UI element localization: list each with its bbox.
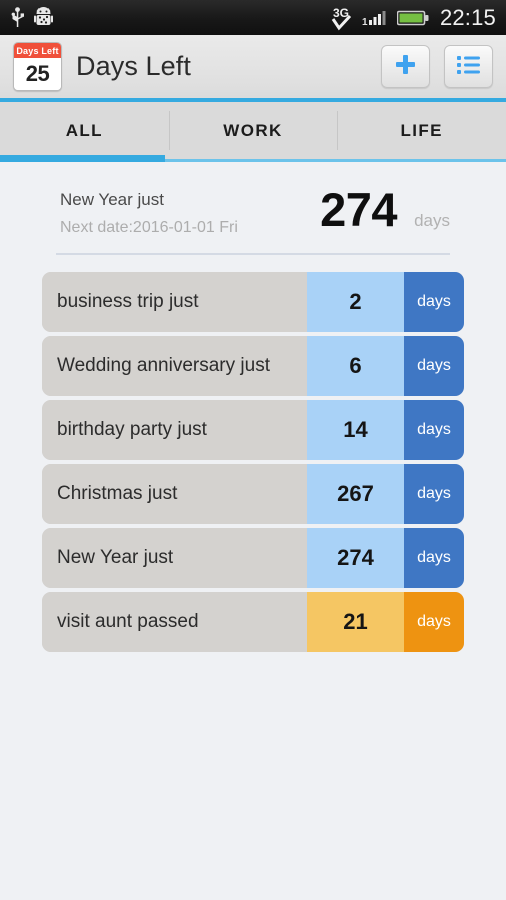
active-tab-indicator xyxy=(0,155,165,162)
table-row[interactable]: visit aunt passed 21 days xyxy=(42,592,464,652)
list-view-button[interactable] xyxy=(444,45,493,88)
battery-icon xyxy=(396,9,429,27)
event-days: 274 xyxy=(307,528,404,588)
table-row[interactable]: birthday party just 14 days xyxy=(42,400,464,460)
page-title: Days Left xyxy=(76,51,191,81)
tab-bar: ALL WORK LIFE xyxy=(0,102,506,159)
tab-all-label: ALL xyxy=(65,120,103,140)
list-icon xyxy=(456,54,481,80)
table-row[interactable]: Wedding anniversary just 6 days xyxy=(42,336,464,396)
event-name: business trip just xyxy=(42,272,307,332)
3g-icon: 3G xyxy=(329,5,353,31)
event-unit: days xyxy=(404,528,464,588)
event-days: 267 xyxy=(307,464,404,524)
event-name: Wedding anniversary just xyxy=(42,336,307,396)
status-bar: 3G 1 22:15 xyxy=(0,0,506,35)
days-left-calendar-icon: Days Left 25 xyxy=(13,42,62,91)
event-unit: days xyxy=(404,336,464,396)
featured-event[interactable]: New Year just Next date:2016-01-01 Fri 2… xyxy=(0,186,506,237)
table-row[interactable]: Christmas just 267 days xyxy=(42,464,464,524)
featured-event-days: 274 xyxy=(320,183,398,236)
tab-underline xyxy=(0,155,506,162)
signal-icon: 1 xyxy=(360,8,390,28)
featured-event-countdown: 274 days xyxy=(320,186,450,233)
status-bar-right-icons: 3G 1 22:15 xyxy=(329,5,496,31)
usb-icon xyxy=(10,6,25,29)
event-name: New Year just xyxy=(42,528,307,588)
event-days: 2 xyxy=(307,272,404,332)
add-event-button[interactable] xyxy=(381,45,430,88)
event-list: business trip just 2 days Wedding annive… xyxy=(0,272,506,652)
event-unit: days xyxy=(404,400,464,460)
table-row[interactable]: business trip just 2 days xyxy=(42,272,464,332)
calendar-icon-day: 25 xyxy=(14,58,61,90)
status-bar-left-icons xyxy=(10,6,329,29)
app-screen: 3G 1 22:15 Days Left 25 Days Left ALL WO… xyxy=(0,0,506,900)
featured-event-next-date: Next date:2016-01-01 Fri xyxy=(60,219,238,236)
event-unit: days xyxy=(404,272,464,332)
svg-text:1: 1 xyxy=(362,17,368,28)
featured-event-title: New Year just xyxy=(60,190,164,209)
plus-icon xyxy=(393,52,418,82)
table-row[interactable]: New Year just 274 days xyxy=(42,528,464,588)
tab-all[interactable]: ALL xyxy=(0,102,169,159)
status-bar-clock: 22:15 xyxy=(439,4,496,30)
event-name: visit aunt passed xyxy=(42,592,307,652)
featured-event-unit: days xyxy=(414,211,450,230)
app-bar: Days Left 25 Days Left xyxy=(0,35,506,98)
event-name: Christmas just xyxy=(42,464,307,524)
event-days: 14 xyxy=(307,400,404,460)
calendar-icon-header: Days Left xyxy=(14,43,61,58)
event-days: 21 xyxy=(307,592,404,652)
android-debug-icon xyxy=(34,6,53,29)
event-days: 6 xyxy=(307,336,404,396)
tab-work-label: WORK xyxy=(223,120,283,140)
tab-life[interactable]: LIFE xyxy=(337,102,506,159)
event-unit: days xyxy=(404,592,464,652)
tab-work[interactable]: WORK xyxy=(168,102,338,159)
tab-life-label: LIFE xyxy=(400,120,443,140)
event-name: birthday party just xyxy=(42,400,307,460)
featured-divider xyxy=(56,253,450,255)
featured-event-text: New Year just Next date:2016-01-01 Fri xyxy=(60,186,320,237)
event-unit: days xyxy=(404,464,464,524)
